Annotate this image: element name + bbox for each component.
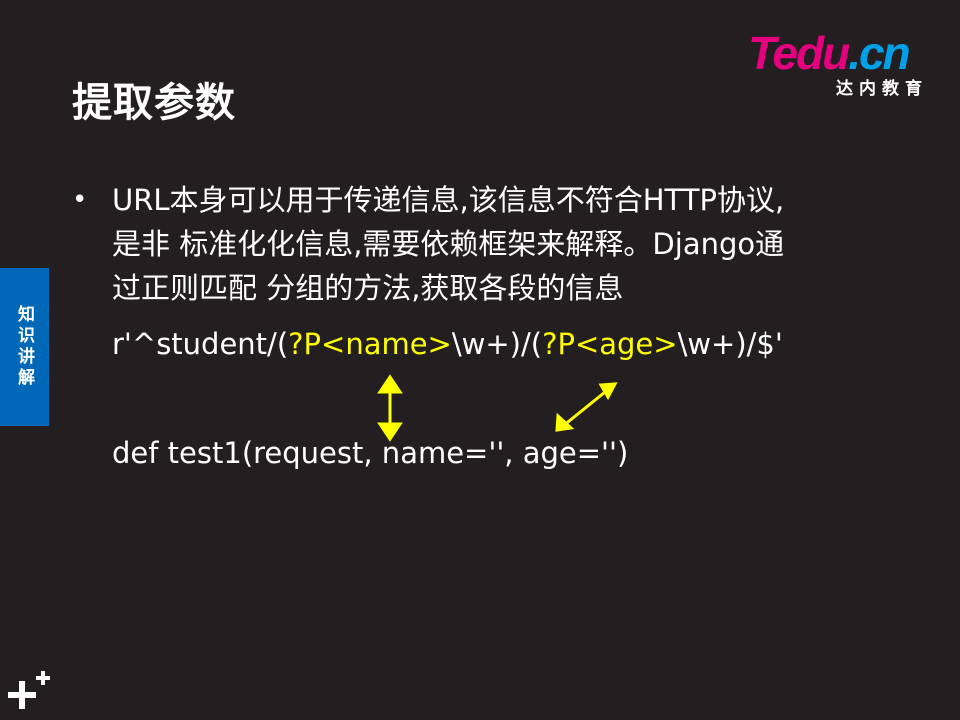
bullet-text: URL本身可以用于传递信息,该信息不符合HTTP协议, 是非 标准化化信息,需要… (112, 178, 872, 310)
regex-pattern: r'^student/(?P<name>\w+)/(?P<age>\w+)/$' (112, 324, 783, 364)
function-def: def test1(request, name='', age='') (112, 436, 629, 470)
side-tab-label: 知识讲解 (14, 305, 34, 389)
regex-group-name: ?P<name> (288, 327, 452, 361)
plus-logo-icon (8, 671, 50, 709)
regex-mid: \w+)/( (451, 327, 543, 361)
double-arrow-diagonal-icon (555, 382, 618, 432)
bullet-line: URL本身可以用于传递信息,该信息不符合HTTP协议, (112, 183, 785, 217)
tedu-logo: Tedu.cn 达内教育 (748, 27, 928, 99)
regex-suffix: \w+)/$' (677, 327, 783, 361)
bullet-line: 是非 标准化化信息,需要依赖框架来解释。Django通 (112, 227, 785, 261)
logo-subtitle: 达内教育 (836, 79, 928, 99)
bullet-icon: • (72, 185, 88, 215)
slide-title: 提取参数 (72, 80, 236, 126)
bullet-paragraph: • URL本身可以用于传递信息,该信息不符合HTTP协议, 是非 标准化化信息,… (72, 178, 872, 310)
logo-wordmark: Tedu.cn (748, 27, 911, 79)
side-tab: 知识讲解 (0, 268, 49, 426)
regex-group-age: ?P<age> (542, 327, 678, 361)
bullet-line: 过正则匹配 分组的方法,获取各段的信息 (112, 271, 624, 305)
regex-prefix: r'^student/( (112, 327, 289, 361)
double-arrow-vertical-icon (377, 374, 403, 442)
